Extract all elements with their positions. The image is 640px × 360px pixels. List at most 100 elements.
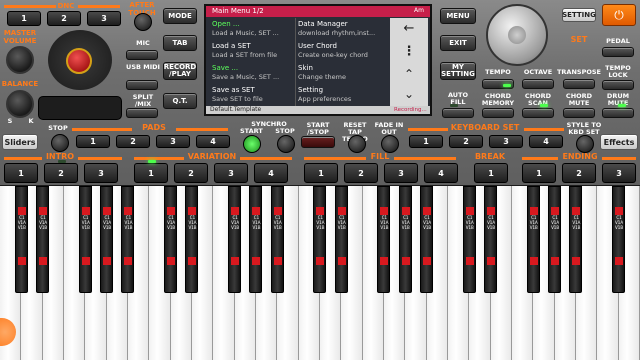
my-setting-button[interactable]: MY SETTING xyxy=(440,62,476,80)
stop-button[interactable] xyxy=(51,134,69,152)
tab-button[interactable]: TAB xyxy=(163,35,197,51)
black-key[interactable]: C1 V1A V1B xyxy=(526,186,540,293)
balance-knob[interactable] xyxy=(6,90,34,118)
kbd-set-button-1[interactable]: 1 xyxy=(409,135,443,148)
effects-button[interactable]: Effects xyxy=(600,134,638,150)
synchro-stop-button[interactable] xyxy=(277,135,295,153)
intro-button-1[interactable]: 1 xyxy=(4,163,38,183)
fade-in-out-button[interactable] xyxy=(381,135,399,153)
intro-button-2[interactable]: 2 xyxy=(44,163,78,183)
black-key[interactable]: C1 V1A V1B xyxy=(420,186,434,293)
octave-button[interactable] xyxy=(522,79,554,89)
variation-button-4[interactable]: 4 xyxy=(254,163,288,183)
menu-item-user-chord[interactable]: User Chord Create one-key chord xyxy=(298,42,384,60)
menu-item-data-manager[interactable]: Data Manager download rhythm,inst... xyxy=(298,20,384,38)
style-to-kbd-set-button[interactable] xyxy=(576,135,594,153)
black-key[interactable]: C1 V1A V1B xyxy=(100,186,114,293)
menu-item-save[interactable]: Save ... Save a Music, SET ... xyxy=(212,64,294,82)
exit-button[interactable]: EXIT xyxy=(440,35,476,51)
pedal-button[interactable] xyxy=(602,47,634,57)
transpose-button[interactable] xyxy=(563,79,595,89)
kbd-set-button-4[interactable]: 4 xyxy=(529,135,563,148)
black-key[interactable]: C1 V1A V1B xyxy=(270,186,284,293)
pad-button-4[interactable]: 4 xyxy=(196,135,230,148)
mic-button[interactable] xyxy=(126,50,158,60)
menu-key-indicator: Am xyxy=(414,7,424,14)
menu-button[interactable]: MENU xyxy=(440,8,476,24)
usb-midi-button[interactable] xyxy=(126,80,158,90)
black-key[interactable]: C1 V1A V1B xyxy=(612,186,626,293)
power-icon[interactable]: ⏻ xyxy=(602,4,636,26)
black-key-label: C1 V1A V1B xyxy=(551,215,560,230)
black-key[interactable]: C1 V1A V1B xyxy=(78,186,92,293)
intro-button-3[interactable]: 3 xyxy=(84,163,118,183)
sliders-button[interactable]: Sliders xyxy=(2,134,38,150)
black-key[interactable]: C1 V1A V1B xyxy=(36,186,50,293)
black-key[interactable]: C1 V1A V1B xyxy=(484,186,498,293)
synchro-start-button[interactable] xyxy=(243,135,261,153)
black-key[interactable]: C1 V1A V1B xyxy=(228,186,242,293)
black-key[interactable]: C1 V1A V1B xyxy=(377,186,391,293)
down-arrow-icon[interactable]: ⌄ xyxy=(396,88,422,100)
black-key[interactable]: C1 V1A V1B xyxy=(398,186,412,293)
black-key[interactable]: C1 V1A V1B xyxy=(313,186,327,293)
black-key[interactable]: C1 V1A V1B xyxy=(14,186,28,293)
variation-button-2[interactable]: 2 xyxy=(174,163,208,183)
after-touch-button[interactable] xyxy=(134,13,152,31)
menu-item-load-set[interactable]: Load a SET Load a SET from file xyxy=(212,42,294,60)
menu-item-skin[interactable]: Skin Change theme xyxy=(298,64,384,82)
chord-mute-button[interactable] xyxy=(563,108,595,118)
black-key[interactable]: C1 V1A V1B xyxy=(185,186,199,293)
fill-button-3[interactable]: 3 xyxy=(384,163,418,183)
menu-item-save-as-set[interactable]: Save as SET Save SET to file xyxy=(212,86,294,104)
kbd-set-button-2[interactable]: 2 xyxy=(449,135,483,148)
ending-button-3[interactable]: 3 xyxy=(602,163,636,183)
black-key[interactable]: C1 V1A V1B xyxy=(569,186,583,293)
fill-button-4[interactable]: 4 xyxy=(424,163,458,183)
qt-button[interactable]: Q.T. xyxy=(163,93,197,109)
menu-item-save-as-set-title: Save as SET xyxy=(212,86,255,94)
chord-scan-button[interactable] xyxy=(522,108,554,118)
variation-button-1[interactable]: 1 xyxy=(134,163,168,183)
dnc-button-1[interactable]: 1 xyxy=(7,11,41,26)
more-icon[interactable]: ⋮ xyxy=(396,44,422,60)
tempo-label: TEMPO xyxy=(485,68,511,76)
start-stop-button[interactable] xyxy=(301,136,335,148)
drum-mute-button[interactable] xyxy=(602,108,634,118)
black-key[interactable]: C1 V1A V1B xyxy=(462,186,476,293)
master-volume-label: MASTER VOLUME xyxy=(3,29,37,45)
break-button-1[interactable]: 1 xyxy=(474,163,508,183)
master-volume-knob[interactable] xyxy=(6,46,34,74)
black-key[interactable]: C1 V1A V1B xyxy=(164,186,178,293)
pad-button-3[interactable]: 3 xyxy=(156,135,190,148)
record-play-button[interactable]: RECORD /PLAY xyxy=(163,62,197,80)
menu-item-open[interactable]: Open ... Load a Music, SET ... xyxy=(212,20,294,38)
fill-button-2[interactable]: 2 xyxy=(344,163,378,183)
menu-item-setting[interactable]: Setting App preferences xyxy=(298,86,384,104)
pitch-bend-wheel[interactable] xyxy=(38,96,122,120)
pad-button-2[interactable]: 2 xyxy=(116,135,150,148)
tempo-lock-button[interactable] xyxy=(602,80,634,90)
pad-button-1[interactable]: 1 xyxy=(76,135,110,148)
up-arrow-icon[interactable]: ⌃ xyxy=(396,68,422,80)
dnc-button-3[interactable]: 3 xyxy=(87,11,121,26)
variation-button-3[interactable]: 3 xyxy=(214,163,248,183)
back-arrow-icon[interactable]: ← xyxy=(396,22,422,36)
mode-button[interactable]: MODE xyxy=(163,8,197,24)
kbd-set-button-3[interactable]: 3 xyxy=(489,135,523,148)
variation-bar-left xyxy=(134,157,184,160)
synchro-stop-label: STOP xyxy=(275,127,295,135)
setting-button[interactable]: SETTING xyxy=(562,8,596,22)
black-key[interactable]: C1 V1A V1B xyxy=(121,186,135,293)
black-key[interactable]: C1 V1A V1B xyxy=(249,186,263,293)
chord-memory-button[interactable] xyxy=(482,108,514,118)
dnc-button-2[interactable]: 2 xyxy=(47,11,81,26)
ending-button-1[interactable]: 1 xyxy=(522,163,556,183)
black-key[interactable]: C1 V1A V1B xyxy=(548,186,562,293)
black-key[interactable]: C1 V1A V1B xyxy=(334,186,348,293)
fill-button-1[interactable]: 1 xyxy=(304,163,338,183)
ending-button-2[interactable]: 2 xyxy=(562,163,596,183)
split-mix-button[interactable] xyxy=(126,108,158,118)
reset-tap-tempo-button[interactable] xyxy=(348,135,366,153)
auto-fill-button[interactable] xyxy=(442,108,474,118)
